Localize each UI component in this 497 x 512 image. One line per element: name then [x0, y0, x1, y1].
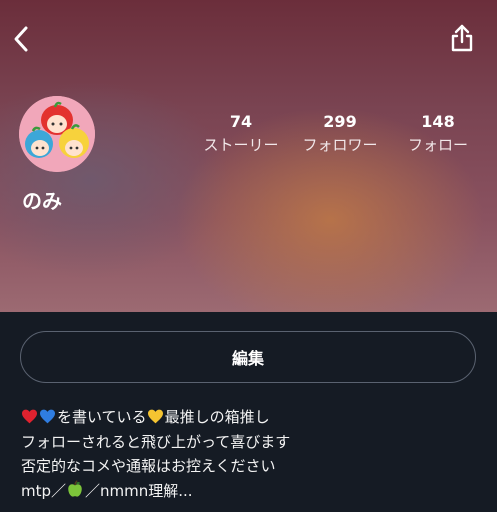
bio-line-1-text-a: を書いている [57, 408, 147, 426]
stat-followers-count: 299 [323, 112, 357, 131]
bio-line-3: 否定的なコメや通報はお控えください [21, 457, 276, 475]
avatar-illustration [19, 96, 95, 172]
stat-followers-label: フォロワー [302, 136, 378, 154]
bio-line-4-text-a: mtp／ [21, 481, 67, 500]
profile-name: のみ [22, 189, 62, 213]
stat-following-count: 148 [421, 112, 455, 131]
profile-bio: を書いている 最推しの箱推し フォローされると飛び上がって喜びます 否定的なコメ… [21, 405, 481, 503]
stat-stories-label: ストーリー [203, 136, 279, 154]
back-button[interactable] [6, 22, 36, 56]
blue-heart-icon [40, 409, 55, 424]
chevron-left-icon [14, 26, 28, 52]
bio-line-1: を書いている 最推しの箱推し [21, 405, 481, 430]
share-button[interactable] [446, 20, 478, 56]
edit-profile-button[interactable]: 編集 [20, 331, 476, 383]
stat-stories-count: 74 [229, 112, 253, 131]
stat-following[interactable]: 148 フォロー [388, 112, 488, 155]
stat-followers[interactable]: 299 フォロワー [290, 112, 390, 155]
green-apple-icon [68, 479, 82, 497]
bio-line-1-text-b: 最推しの箱推し [164, 408, 270, 426]
share-icon [451, 24, 473, 52]
bio-line-2: フォローされると飛び上がって喜びます [21, 432, 291, 451]
avatar[interactable] [19, 96, 95, 172]
red-heart-icon [22, 409, 37, 424]
stat-stories[interactable]: 74 ストーリー [191, 112, 291, 155]
bio-line-4-text-b: ／nmmn理解... [85, 481, 193, 500]
bio-line-4: mtp／ ／nmmn理解... [21, 479, 481, 504]
stat-following-label: フォロー [407, 136, 468, 154]
yellow-heart-icon [147, 409, 163, 424]
